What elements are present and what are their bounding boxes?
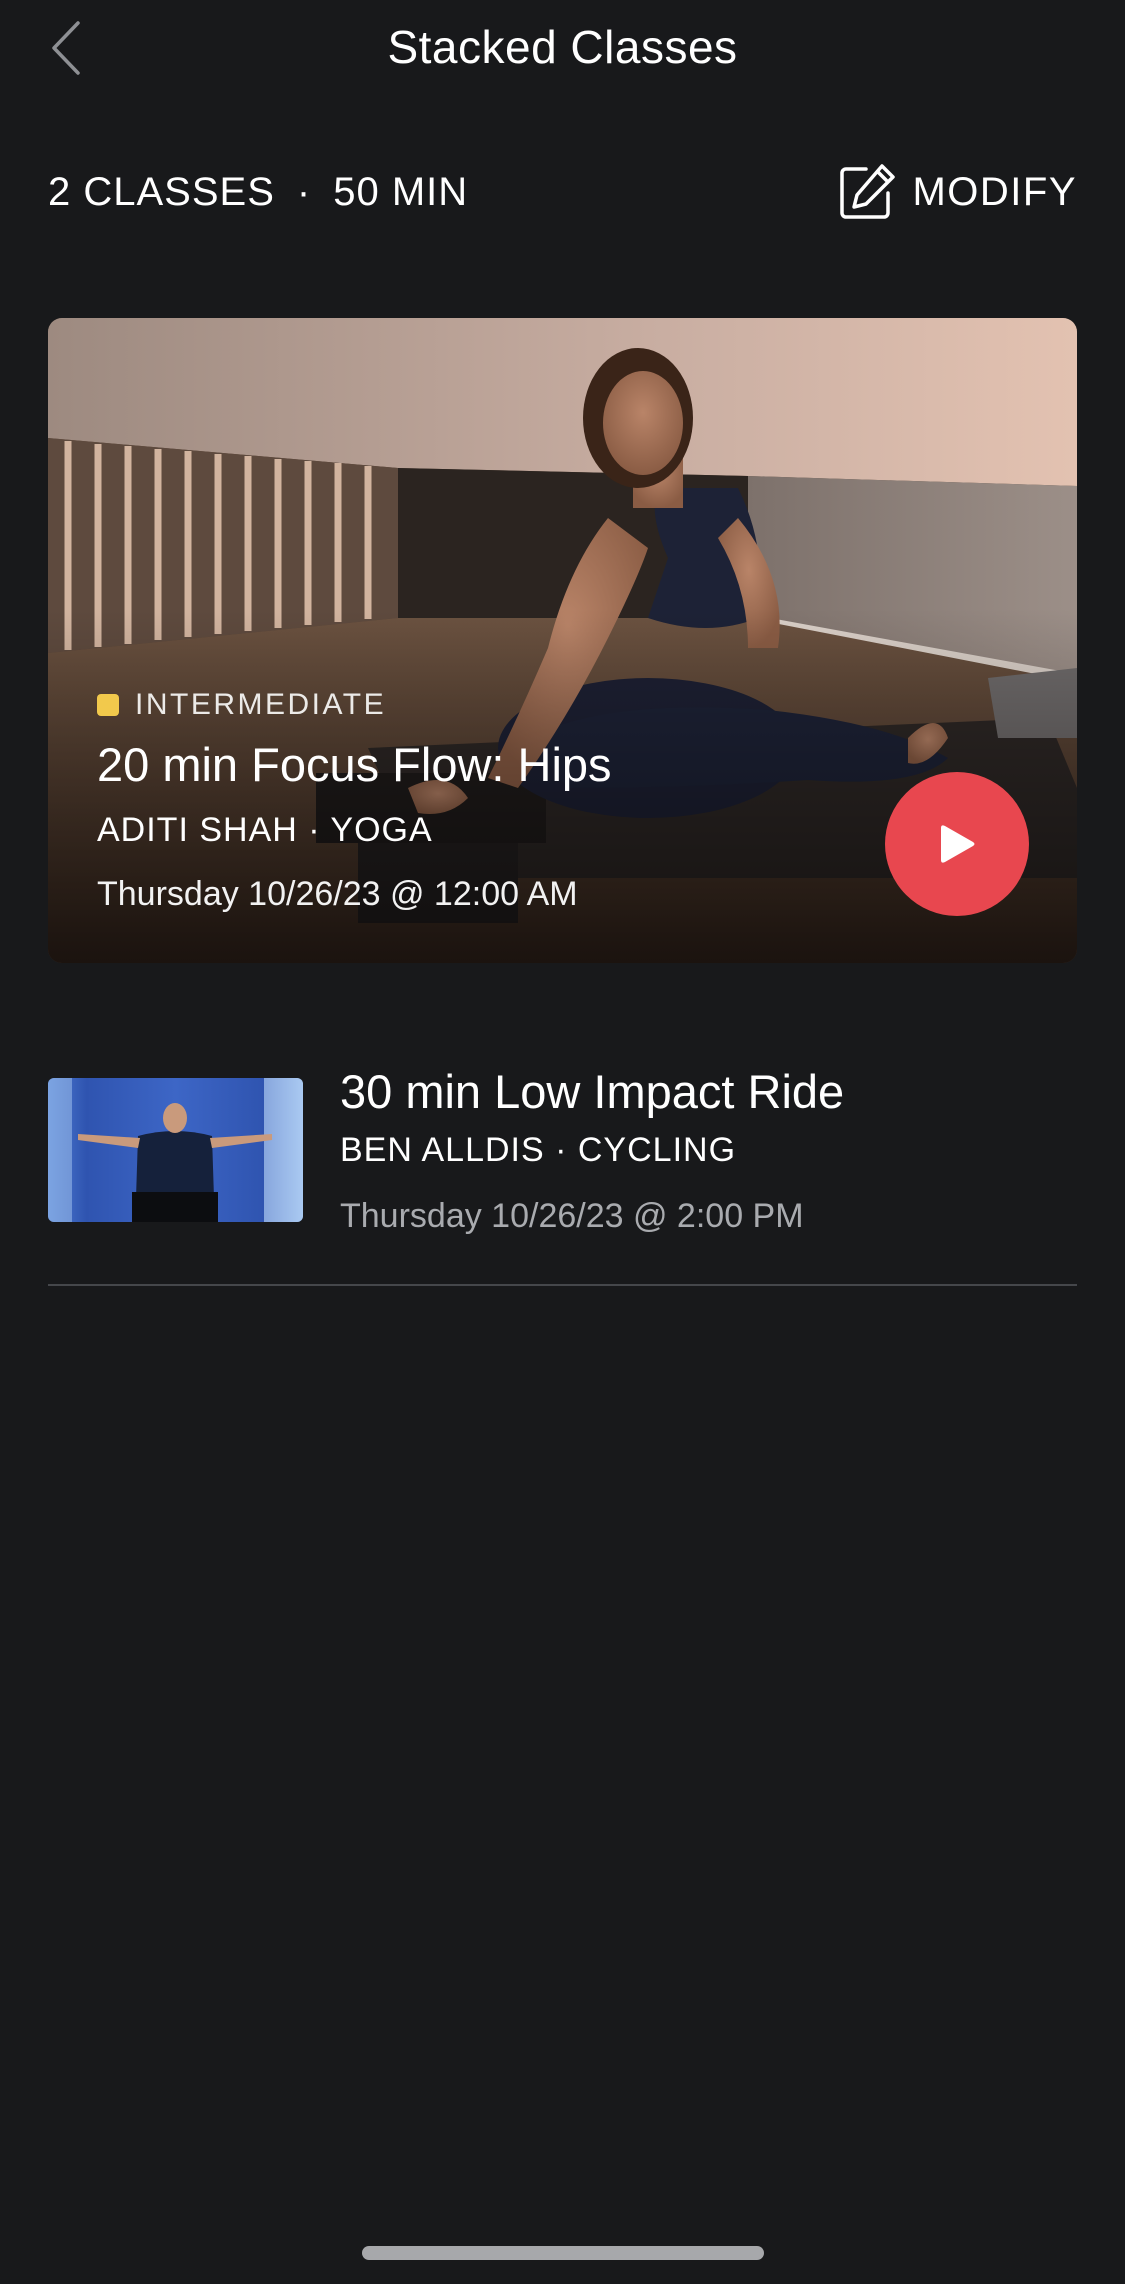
- edit-icon: [840, 164, 896, 219]
- class-scheduled-time: Thursday 10/26/23 @ 12:00 AM: [97, 875, 578, 913]
- difficulty-label: INTERMEDIATE: [135, 688, 387, 721]
- list-divider: [48, 1284, 1077, 1286]
- home-indicator[interactable]: [362, 2246, 764, 2260]
- play-icon: [941, 825, 975, 863]
- modify-label: MODIFY: [912, 169, 1077, 214]
- page-title: Stacked Classes: [387, 21, 738, 73]
- class-count: 2 CLASSES: [48, 170, 275, 214]
- featured-class-card[interactable]: INTERMEDIATE 20 min Focus Flow: Hips ADI…: [48, 318, 1077, 963]
- difficulty-badge: INTERMEDIATE: [97, 688, 386, 722]
- nav-header: Stacked Classes: [0, 0, 1125, 96]
- class-thumbnail: [48, 1078, 303, 1222]
- summary-text: 2 CLASSES · 50 MIN: [48, 160, 468, 224]
- stack-summary: 2 CLASSES · 50 MIN MODIFY: [48, 160, 1077, 224]
- modify-button[interactable]: MODIFY: [836, 160, 1077, 224]
- summary-separator: ·: [296, 170, 312, 214]
- total-duration: 50 MIN: [333, 170, 469, 214]
- class-title: 30 min Low Impact Ride: [340, 1065, 845, 1118]
- class-list-item[interactable]: 30 min Low Impact Ride BEN ALLDIS · CYCL…: [48, 1060, 1077, 1286]
- play-button[interactable]: [885, 772, 1029, 916]
- difficulty-indicator: [97, 694, 119, 716]
- class-scheduled-time: Thursday 10/26/23 @ 2:00 PM: [340, 1197, 804, 1235]
- class-instructor-discipline: ADITI SHAH · YOGA: [97, 811, 433, 849]
- class-thumbnail-image: [48, 1078, 303, 1222]
- class-title: 20 min Focus Flow: Hips: [97, 738, 612, 791]
- class-instructor-discipline: BEN ALLDIS · CYCLING: [340, 1131, 737, 1169]
